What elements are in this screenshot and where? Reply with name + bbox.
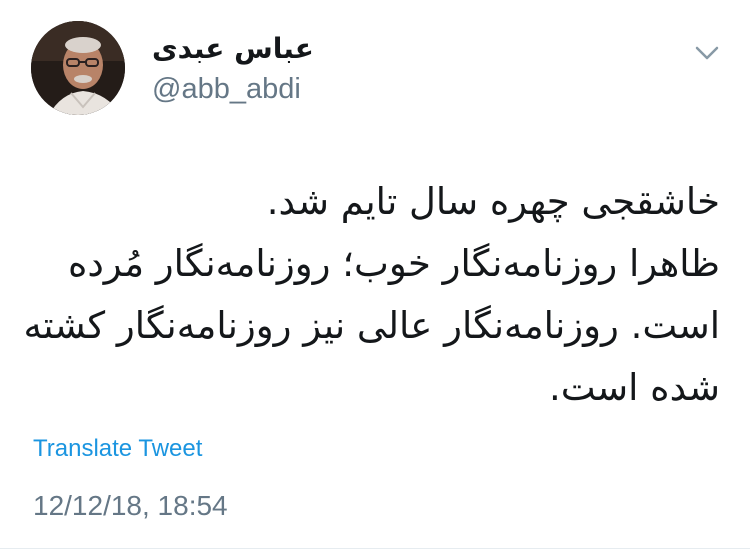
tweet-text-line: است. روزنامه‌نگار عالی نیز روزنامه‌نگار … [23, 304, 720, 347]
tweet-text: خاشقجی چهره سال تایم شد. ظاهرا روزنامه‌ن… [20, 171, 720, 419]
tweet-timestamp[interactable]: 12/12/18, 18:54 [33, 490, 228, 522]
avatar[interactable] [31, 21, 125, 115]
divider [0, 548, 750, 549]
author-handle[interactable]: @abb_abdi [152, 73, 301, 106]
tweet-text-line: ظاهرا روزنامه‌نگار خوب؛ روزنامه‌نگار مُر… [67, 242, 720, 285]
tweet-card: عباس عبدی @abb_abdi خاشقجی چهره سال تایم… [0, 0, 750, 551]
chevron-down-icon[interactable] [692, 40, 722, 66]
person-portrait-icon [31, 21, 125, 115]
tweet-text-line: شده است. [549, 366, 720, 409]
tweet-text-line: خاشقجی چهره سال تایم شد. [266, 180, 720, 223]
translate-tweet-link[interactable]: Translate Tweet [33, 435, 202, 463]
author-display-name[interactable]: عباس عبدی [152, 33, 314, 65]
